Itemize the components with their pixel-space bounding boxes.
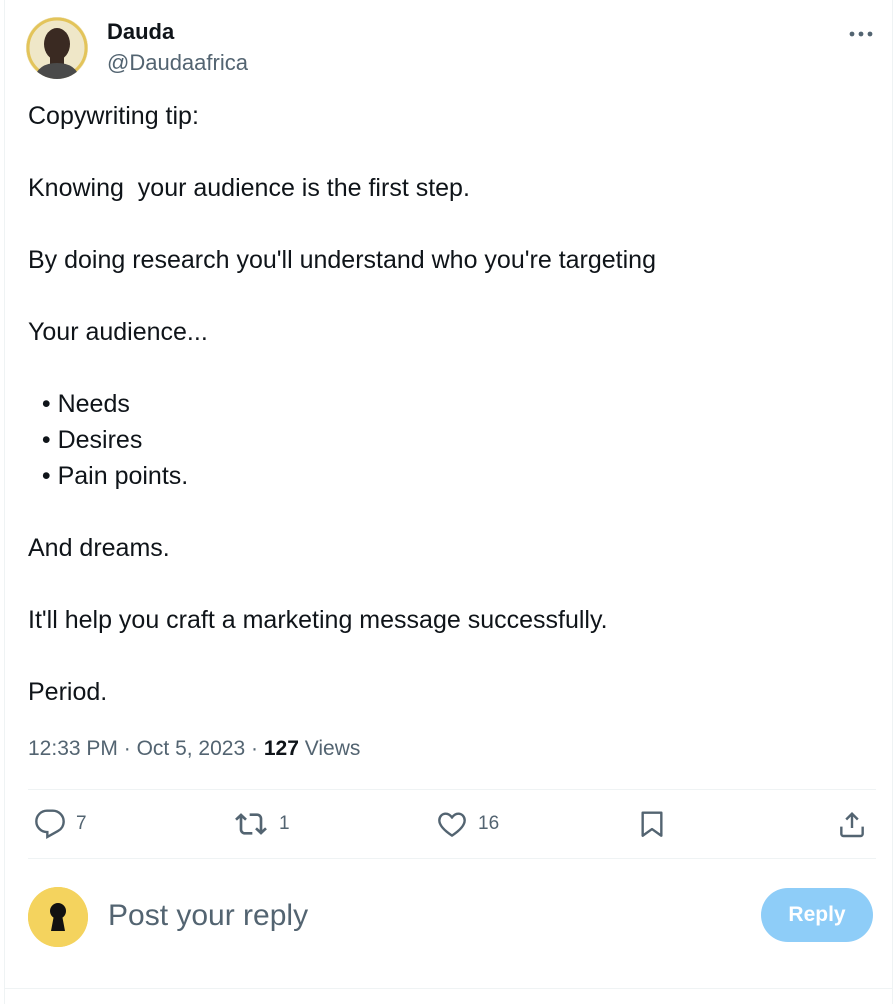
tweet-line: It'll help you craft a marketing message… bbox=[28, 606, 608, 634]
tweet-time[interactable]: 12:33 PM bbox=[28, 737, 118, 760]
meta-separator: · bbox=[251, 737, 258, 760]
tweet-line: Copywriting tip: bbox=[28, 102, 199, 130]
like-icon bbox=[438, 812, 466, 837]
reply-submit-button[interactable]: Reply bbox=[761, 888, 873, 942]
more-icon bbox=[849, 31, 873, 37]
meta-separator: · bbox=[123, 737, 131, 760]
tweet-line bbox=[28, 494, 868, 530]
like-count: 16 bbox=[478, 813, 500, 834]
repost-icon bbox=[235, 813, 267, 835]
tweet-line bbox=[28, 638, 868, 674]
reply-icon bbox=[35, 809, 65, 839]
like-button[interactable]: 16 bbox=[436, 806, 499, 842]
author-name[interactable]: Dauda bbox=[107, 18, 174, 46]
tweet-line: And dreams. bbox=[28, 534, 170, 562]
repost-count: 1 bbox=[279, 813, 290, 834]
author-avatar[interactable] bbox=[26, 17, 88, 79]
tweet-line: Knowing your audience is the first step. bbox=[28, 174, 470, 202]
tweet-line bbox=[28, 206, 868, 242]
reply-avatar[interactable] bbox=[28, 887, 88, 947]
views-label: Views bbox=[304, 737, 361, 760]
share-button[interactable] bbox=[836, 806, 868, 842]
author-handle[interactable]: @Daudaafrica bbox=[107, 49, 248, 77]
bookmark-button[interactable] bbox=[636, 806, 668, 842]
tweet-line: • Needs bbox=[28, 390, 130, 418]
more-button[interactable] bbox=[846, 20, 876, 48]
bookmark-icon bbox=[641, 811, 663, 837]
avatar-image bbox=[26, 17, 88, 79]
tweet-line bbox=[28, 278, 868, 314]
divider bbox=[28, 789, 876, 790]
tweet-text: Copywriting tip: Knowing your audience i… bbox=[28, 98, 868, 710]
tweet-line bbox=[28, 350, 868, 386]
tweet-line: Your audience... bbox=[28, 318, 208, 346]
reply-avatar-image bbox=[28, 887, 88, 947]
tweet-line: By doing research you'll understand who … bbox=[28, 246, 656, 274]
tweet-line bbox=[28, 134, 868, 170]
tweet-date[interactable]: Oct 5, 2023 bbox=[137, 737, 246, 760]
tweet-line: • Pain points. bbox=[28, 462, 189, 490]
tweet-line: • Desires bbox=[28, 426, 143, 454]
tweet-line: Period. bbox=[28, 678, 108, 706]
divider bbox=[28, 858, 876, 859]
reply-count: 7 bbox=[76, 813, 87, 834]
reply-input[interactable]: Post your reply bbox=[108, 896, 708, 936]
tweet-line bbox=[28, 566, 868, 602]
tweet-meta: 12:33 PM · Oct 5, 2023 · 127 Views bbox=[28, 735, 360, 763]
share-icon bbox=[840, 812, 864, 838]
views-count: 127 bbox=[263, 737, 299, 760]
divider bbox=[4, 988, 893, 989]
repost-button[interactable]: 1 bbox=[233, 806, 290, 842]
reply-button[interactable]: 7 bbox=[34, 806, 87, 842]
